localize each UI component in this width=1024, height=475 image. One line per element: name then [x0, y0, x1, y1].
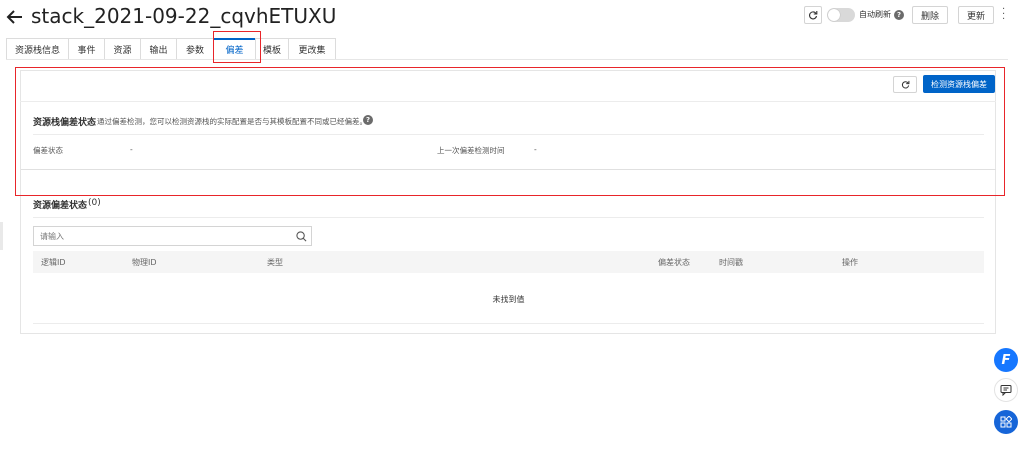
resource-drift-count: (0) — [88, 198, 101, 208]
chat-icon — [1000, 385, 1012, 396]
more-icon[interactable]: · · · — [1002, 5, 1008, 25]
tab-events[interactable]: 事件 — [68, 38, 104, 60]
column-type[interactable]: 类型 — [267, 257, 283, 268]
resource-drift-title: 资源偏差状态 — [33, 201, 88, 211]
search-input[interactable] — [40, 229, 280, 243]
tab-changesets[interactable]: 更改集 — [288, 38, 336, 60]
column-actions[interactable]: 操作 — [842, 257, 858, 268]
help-icon[interactable]: ? — [894, 10, 904, 20]
column-timestamp[interactable]: 时间戳 — [719, 257, 743, 268]
apps-grid-icon — [1000, 416, 1012, 428]
tab-resources[interactable]: 资源 — [104, 38, 140, 60]
divider — [33, 323, 984, 324]
tab-outputs[interactable]: 输出 — [140, 38, 176, 60]
table-header: 逻辑ID 物理ID 类型 偏差状态 时间戳 操作 — [33, 251, 984, 273]
refresh-button[interactable] — [804, 6, 822, 24]
refresh-icon — [809, 11, 818, 20]
update-button[interactable]: 更新 — [958, 6, 994, 24]
page-title: stack_2021-09-22_cqvhETUXU — [31, 4, 337, 28]
auto-refresh-label: 自动刷新 — [859, 10, 891, 19]
column-physical-id[interactable]: 物理ID — [132, 257, 157, 268]
divider — [33, 217, 984, 218]
logo-assistant-button[interactable]: F — [994, 348, 1018, 372]
column-drift-status[interactable]: 偏差状态 — [658, 257, 690, 268]
drift-tab-highlight — [213, 31, 261, 63]
column-logical-id[interactable]: 逻辑ID — [41, 257, 66, 268]
tab-stack-info[interactable]: 资源栈信息 — [6, 38, 68, 60]
empty-text: 未找到值 — [492, 295, 525, 304]
delete-button[interactable]: 删除 — [912, 6, 948, 24]
back-arrow-icon[interactable] — [6, 8, 24, 26]
drift-status-highlight — [15, 67, 1005, 196]
tab-parameters[interactable]: 参数 — [176, 38, 213, 60]
auto-refresh-toggle[interactable] — [827, 8, 855, 22]
feedback-button[interactable] — [994, 378, 1018, 402]
apps-button[interactable] — [994, 410, 1018, 434]
search-field — [33, 226, 312, 246]
search-icon[interactable] — [296, 231, 307, 242]
tab-bar: 资源栈信息 事件 资源 输出 参数 偏差 模板 更改集 — [6, 38, 336, 60]
f-logo-icon: F — [1001, 352, 1011, 368]
sidebar-collapse-handle[interactable] — [0, 222, 3, 250]
tab-divider — [6, 59, 1008, 60]
